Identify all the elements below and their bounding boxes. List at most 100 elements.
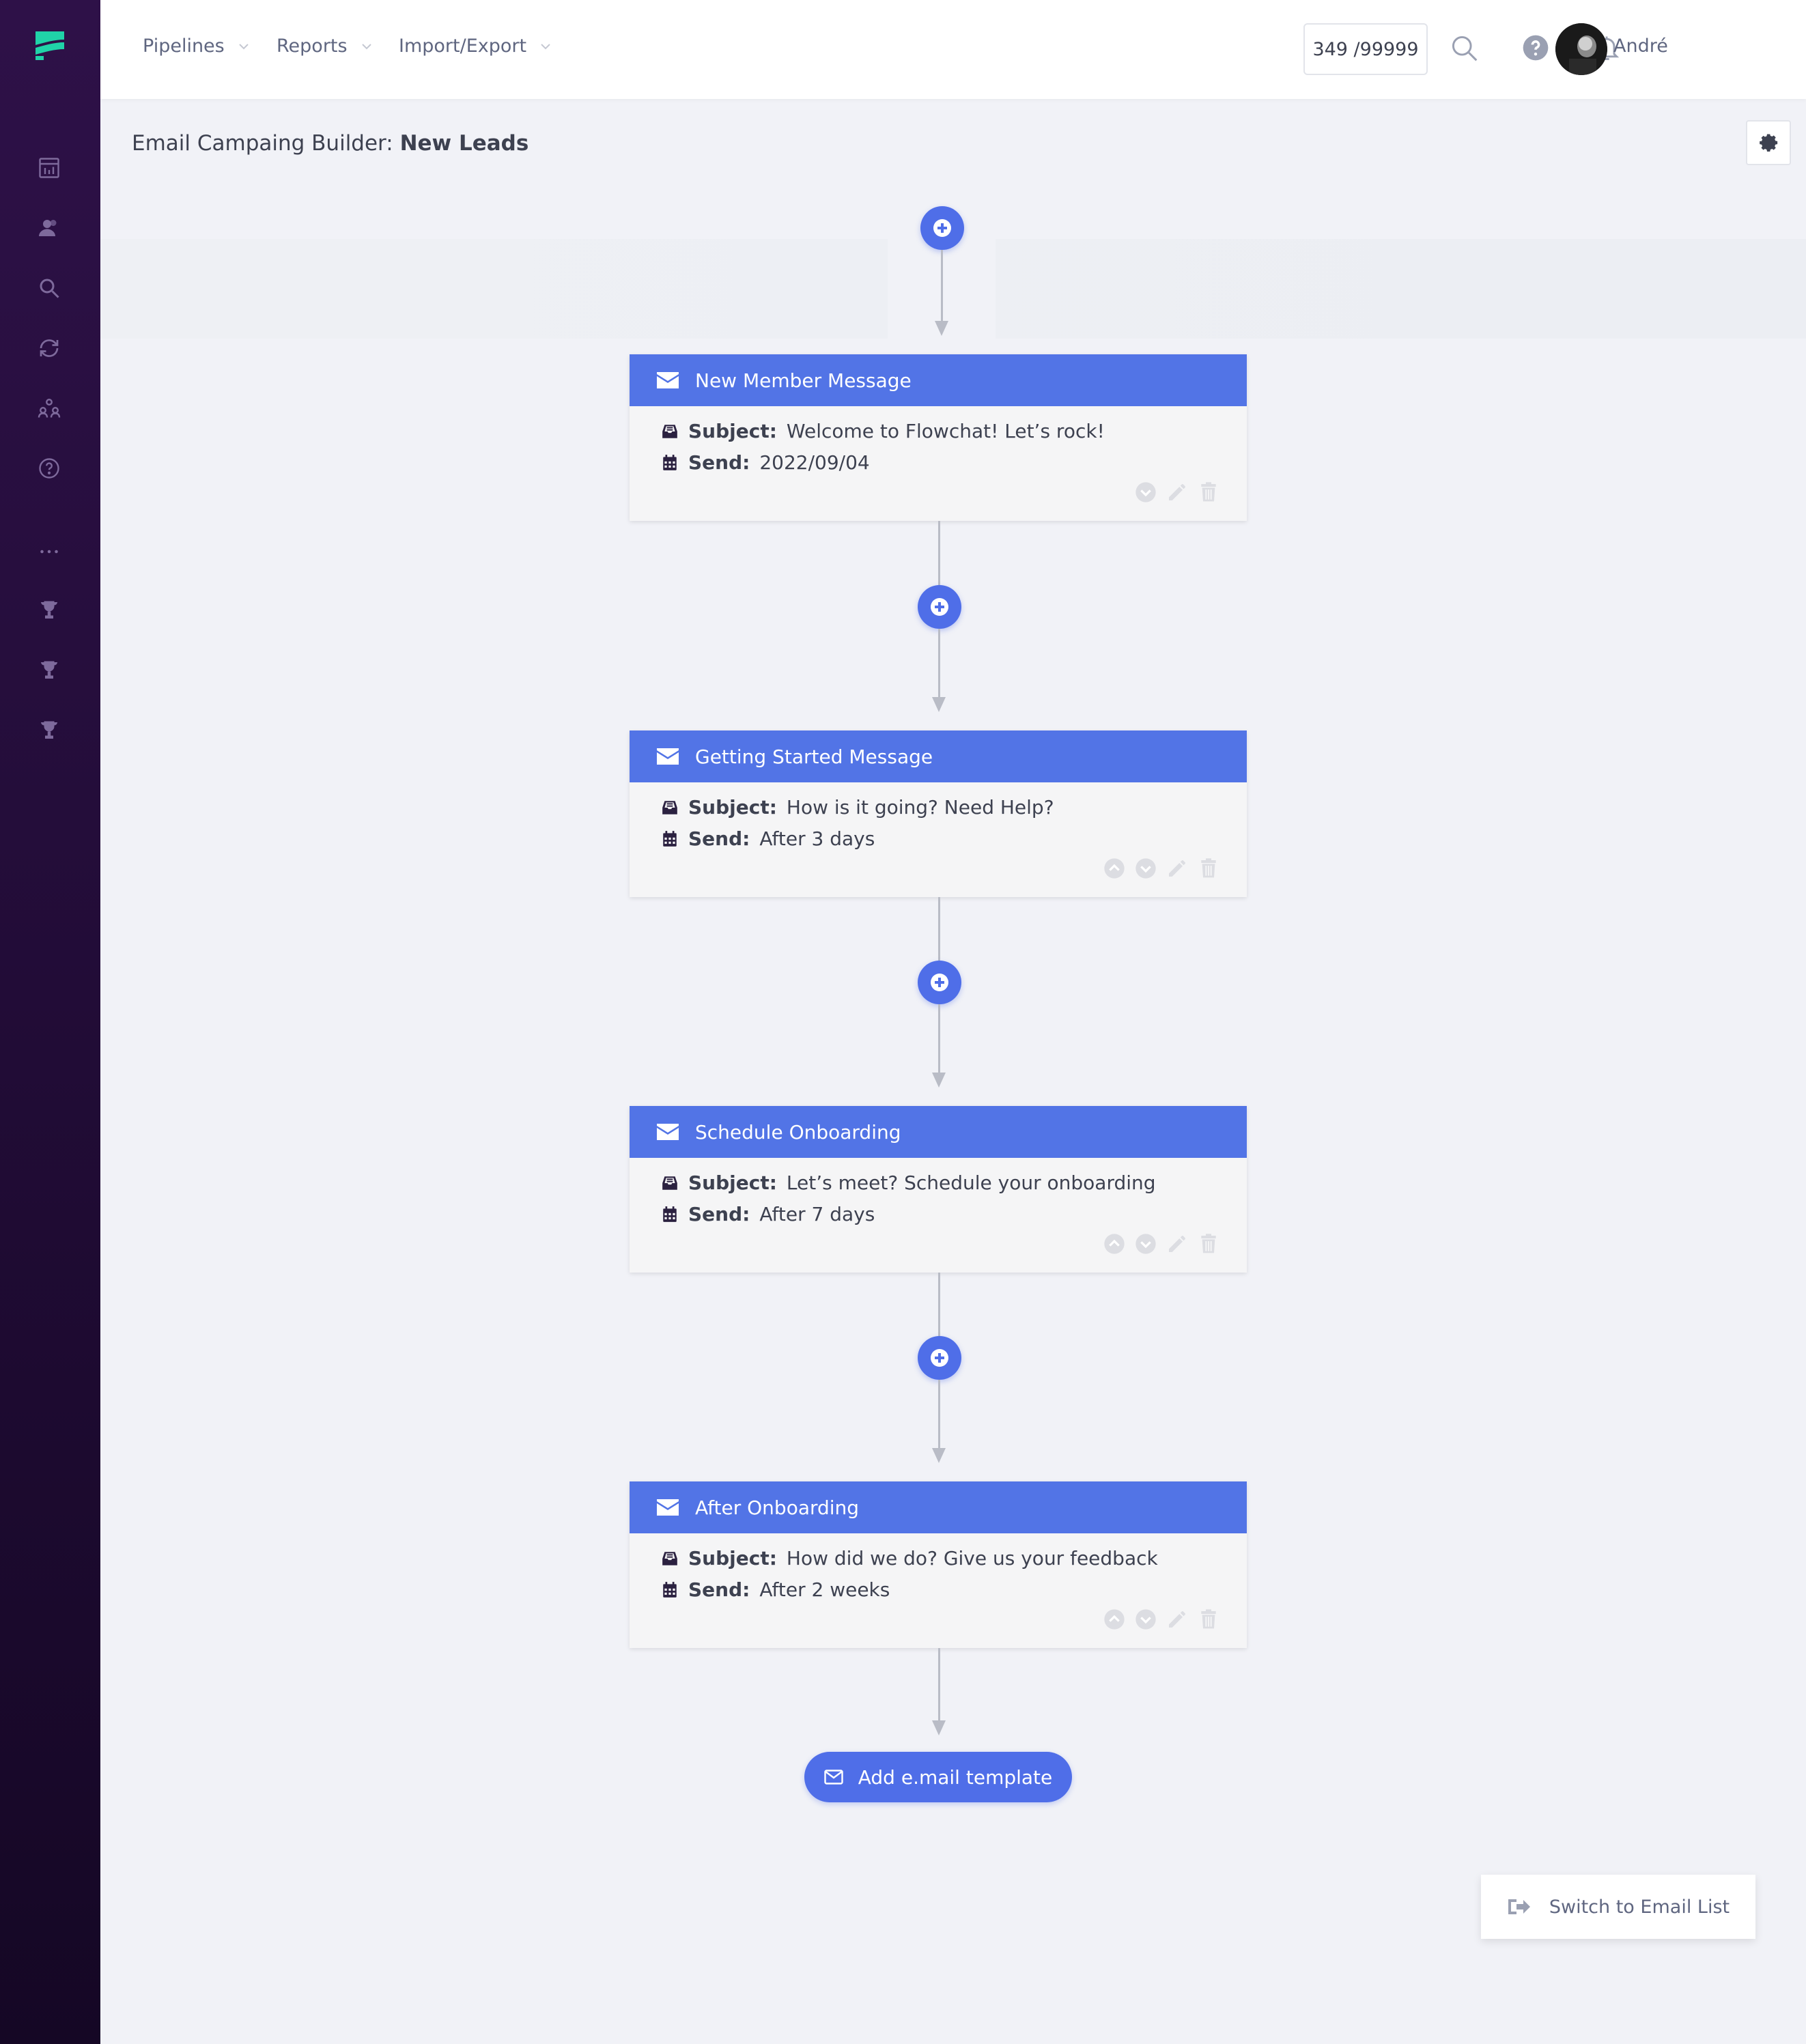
card-title: New Member Message xyxy=(695,369,912,392)
plus-icon xyxy=(931,974,948,991)
add-email-template-label: Add e.mail template xyxy=(858,1765,1053,1789)
edit-icon[interactable] xyxy=(1166,1608,1188,1630)
add-step-button[interactable] xyxy=(918,961,961,1004)
trophy-icon[interactable] xyxy=(34,595,64,625)
card-actions xyxy=(1103,1608,1219,1630)
arrow-down-icon xyxy=(932,1448,946,1463)
move-down-icon[interactable] xyxy=(1135,1233,1157,1255)
contact-counter: 349 /99999 xyxy=(1303,23,1428,75)
delete-icon[interactable] xyxy=(1198,481,1219,503)
delete-icon[interactable] xyxy=(1198,1233,1219,1255)
team-icon[interactable] xyxy=(34,393,64,423)
send-label: Send: xyxy=(688,1578,750,1601)
add-email-template-button[interactable]: Add e.mail template xyxy=(804,1752,1072,1802)
email-step-card[interactable]: After Onboarding Subject: How did we do? … xyxy=(630,1481,1247,1648)
calendar-icon xyxy=(663,1581,677,1598)
send-row: Send: 2022/09/04 xyxy=(661,451,870,474)
arrow-down-icon xyxy=(935,321,948,336)
nav-import-export-label: Import/Export xyxy=(399,36,527,57)
card-actions xyxy=(1103,1233,1219,1255)
move-down-icon[interactable] xyxy=(1135,1608,1157,1630)
add-step-button[interactable] xyxy=(918,585,961,629)
email-step-card[interactable]: Getting Started Message Subject: How is i… xyxy=(630,730,1247,897)
email-step-card[interactable]: Schedule Onboarding Subject: Let’s meet? … xyxy=(630,1106,1247,1273)
inbox-icon xyxy=(662,800,677,814)
switch-to-email-list-button[interactable]: Switch to Email List xyxy=(1481,1875,1755,1939)
card-header: Schedule Onboarding xyxy=(630,1106,1247,1158)
flowchat-logo[interactable] xyxy=(34,29,67,61)
send-label: Send: xyxy=(688,827,750,850)
subject-label: Subject: xyxy=(688,796,777,819)
plus-icon xyxy=(931,1349,948,1367)
calendar-icon xyxy=(663,830,677,847)
settings-button[interactable] xyxy=(1746,120,1791,165)
subject-value: Welcome to Flowchat! Let’s rock! xyxy=(786,420,1105,442)
envelope-icon xyxy=(657,1124,679,1140)
dashboard-icon[interactable] xyxy=(34,153,64,183)
avatar[interactable] xyxy=(1555,23,1607,75)
trophy-icon[interactable] xyxy=(34,655,64,685)
envelope-outline-icon xyxy=(824,1770,843,1785)
nav-pipelines[interactable]: Pipelines xyxy=(143,36,251,57)
plus-icon xyxy=(933,219,951,237)
chevron-down-icon xyxy=(239,43,249,49)
gear-icon xyxy=(1760,134,1778,152)
plus-icon xyxy=(931,598,948,616)
help-icon[interactable] xyxy=(34,453,64,483)
move-down-icon[interactable] xyxy=(1135,857,1157,879)
subject-value: How is it going? Need Help? xyxy=(786,796,1054,819)
send-label: Send: xyxy=(688,451,750,474)
search-icon[interactable] xyxy=(34,273,64,303)
nav-reports[interactable]: Reports xyxy=(277,36,373,57)
send-value: After 3 days xyxy=(759,827,875,850)
send-row: Send: After 2 weeks xyxy=(661,1578,890,1601)
connector-line xyxy=(938,897,940,963)
delete-icon[interactable] xyxy=(1198,1608,1219,1630)
connector-line xyxy=(938,1648,940,1720)
move-down-icon[interactable] xyxy=(1135,481,1157,503)
send-value: After 7 days xyxy=(759,1203,875,1225)
envelope-icon xyxy=(657,372,679,388)
edit-icon[interactable] xyxy=(1166,857,1188,879)
edit-icon[interactable] xyxy=(1166,481,1188,503)
card-title: Getting Started Message xyxy=(695,745,933,768)
edit-icon[interactable] xyxy=(1166,1233,1188,1255)
connector-line xyxy=(938,1273,940,1338)
arrow-down-icon xyxy=(932,1720,946,1735)
move-up-icon[interactable] xyxy=(1103,857,1125,879)
connector-line xyxy=(941,250,943,321)
sidebar xyxy=(0,0,100,2044)
search-icon[interactable] xyxy=(1449,33,1479,63)
more-icon[interactable] xyxy=(34,537,64,567)
delete-icon[interactable] xyxy=(1198,857,1219,879)
envelope-icon xyxy=(657,748,679,765)
send-label: Send: xyxy=(688,1203,750,1225)
card-header: Getting Started Message xyxy=(630,730,1247,782)
user-name[interactable]: André xyxy=(1613,36,1668,57)
subject-label: Subject: xyxy=(688,420,777,442)
subject-row: Subject: How is it going? Need Help? xyxy=(661,796,1054,819)
help-icon[interactable] xyxy=(1521,33,1551,63)
subject-label: Subject: xyxy=(688,1172,777,1194)
sign-out-icon xyxy=(1508,1899,1530,1914)
nav-import-export[interactable]: Import/Export xyxy=(399,36,552,57)
connector-line xyxy=(938,521,940,586)
nav-pipelines-label: Pipelines xyxy=(143,36,225,57)
card-title: After Onboarding xyxy=(695,1496,860,1519)
move-up-icon[interactable] xyxy=(1103,1608,1125,1630)
email-step-card[interactable]: New Member Message Subject: Welcome to Fl… xyxy=(630,354,1247,521)
contacts-icon[interactable] xyxy=(34,213,64,243)
connector-line xyxy=(938,629,940,697)
sync-icon[interactable] xyxy=(34,333,64,363)
move-up-icon[interactable] xyxy=(1103,1233,1125,1255)
add-step-button[interactable] xyxy=(918,1336,961,1380)
add-step-button[interactable] xyxy=(920,206,964,250)
card-header: New Member Message xyxy=(630,354,1247,406)
send-value: 2022/09/04 xyxy=(759,451,870,474)
connector-line xyxy=(938,1380,940,1448)
subject-label: Subject: xyxy=(688,1547,777,1570)
nav-reports-label: Reports xyxy=(277,36,348,57)
connector-line xyxy=(938,1004,940,1073)
calendar-icon xyxy=(663,454,677,470)
trophy-icon[interactable] xyxy=(34,715,64,746)
